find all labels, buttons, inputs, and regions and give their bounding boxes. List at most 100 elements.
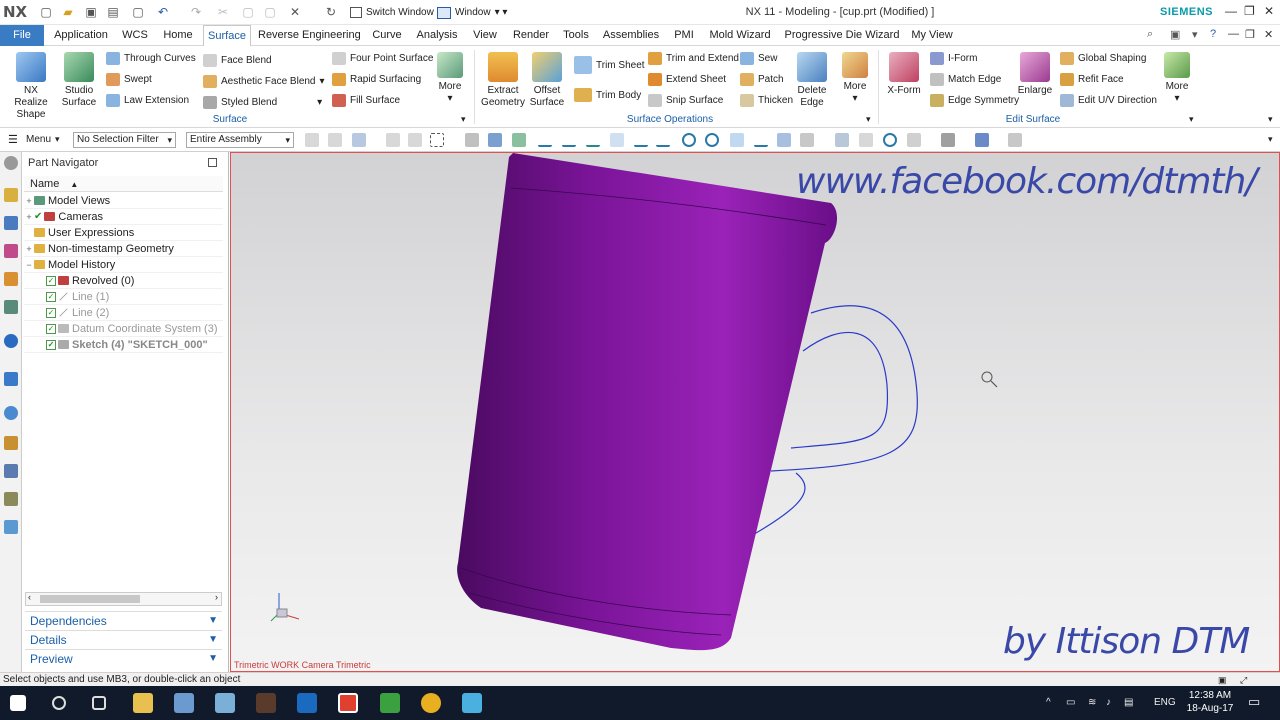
dependencies-panel[interactable]: Dependencies	[25, 611, 222, 630]
preview-panel[interactable]: Preview	[25, 649, 222, 668]
search-icon[interactable]	[52, 696, 66, 710]
toolbar-expand-icon[interactable]: ▾	[1268, 134, 1273, 145]
rapid-surfacing-button[interactable]: Rapid Surfacing	[332, 73, 421, 86]
tab-wcs[interactable]: WCS	[120, 25, 150, 46]
tree-node-cameras[interactable]: + ✔ Cameras	[24, 209, 223, 225]
tab-reverse-engineering[interactable]: Reverse Engineering	[258, 25, 361, 46]
extract-geometry-button[interactable]: Extract Geometry	[480, 52, 526, 109]
global-shaping-button[interactable]: Global Shaping	[1060, 52, 1146, 65]
open-folder-icon[interactable]: ▰	[60, 4, 76, 20]
tree-node-model-history[interactable]: − Model History	[24, 257, 223, 273]
notifications-icon[interactable]: ▭	[1248, 694, 1260, 710]
group-expand-icon[interactable]: ▾	[461, 114, 466, 125]
tree-node-line-2[interactable]: ✓ Line (2)	[24, 305, 223, 321]
rectangle-select-icon[interactable]	[430, 133, 444, 147]
window-menu-button[interactable]: Window ▾ ▾	[437, 4, 507, 21]
graphics-window[interactable]: www.facebook.com/dtmth/ by Ittison DTM T…	[230, 152, 1280, 672]
app-icon[interactable]	[174, 693, 194, 713]
options-icon[interactable]: ▾	[1192, 28, 1198, 41]
minimize-icon[interactable]: —	[1225, 4, 1237, 18]
tree-node-datum-csys[interactable]: ✓ Datum Coordinate System (3)	[24, 321, 223, 337]
tree-node-non-timestamp[interactable]: + Non-timestamp Geometry	[24, 241, 223, 257]
save-all-icon[interactable]: ▤	[105, 4, 121, 20]
tab-assemblies[interactable]: Assemblies	[601, 25, 661, 46]
nx-realize-shape-button[interactable]: NX Realize Shape	[6, 52, 56, 121]
select-edge-icon[interactable]	[408, 133, 422, 147]
group-expand-icon[interactable]: ▾	[866, 114, 871, 125]
chrome-icon[interactable]	[421, 693, 441, 713]
snap-point-icon[interactable]	[512, 133, 526, 147]
tab-progressive-die-wizard[interactable]: Progressive Die Wizard	[782, 25, 902, 46]
redo-icon[interactable]: ↷	[188, 4, 204, 20]
search-icon[interactable]: ⌕	[1147, 28, 1153, 41]
ribbon-expand-icon[interactable]: ▾	[1268, 114, 1273, 125]
windows-start-icon[interactable]	[10, 695, 26, 711]
details-panel[interactable]: Details	[25, 630, 222, 649]
file-explorer-icon[interactable]	[133, 693, 153, 713]
maximize-icon[interactable]	[208, 158, 217, 167]
through-curves-button[interactable]: Through Curves	[106, 52, 196, 65]
shaded-cube-icon[interactable]	[975, 133, 989, 147]
help-icon[interactable]: ?	[1210, 28, 1216, 40]
tab-pmi[interactable]: PMI	[670, 25, 698, 46]
match-edge-button[interactable]: Match Edge	[930, 73, 1001, 86]
app-icon-2[interactable]	[215, 693, 235, 713]
render-style-icon[interactable]	[941, 133, 955, 147]
cut-icon[interactable]: ▢	[130, 4, 146, 20]
constraint-navigator-icon[interactable]	[4, 216, 18, 230]
tree-node-sketch[interactable]: ✓ Sketch (4) "SKETCH_000"	[24, 337, 223, 353]
expand-icon[interactable]: +	[24, 212, 34, 222]
nx-app-icon[interactable]	[462, 693, 482, 713]
aesthetic-face-blend-button[interactable]: Aesthetic Face Blend ▾	[203, 75, 325, 88]
scrollbar-thumb[interactable]	[40, 595, 140, 603]
reuse-library-icon[interactable]	[4, 272, 18, 286]
input-icon[interactable]: ▤	[1124, 697, 1133, 708]
clock-icon[interactable]	[4, 406, 18, 420]
general-selection-icon[interactable]	[352, 133, 366, 147]
wave-icon[interactable]	[634, 133, 648, 147]
web-browser-icon[interactable]	[4, 334, 18, 348]
crosshair-icon[interactable]	[730, 133, 744, 147]
grid-icon[interactable]	[800, 133, 814, 147]
zoom-icon[interactable]	[859, 133, 873, 147]
law-extension-button[interactable]: Law Extension	[106, 94, 189, 107]
language-indicator[interactable]: ENG	[1154, 697, 1176, 708]
selection-scope-select[interactable]: Entire Assembly	[186, 132, 294, 148]
tab-curve[interactable]: Curve	[368, 25, 406, 46]
trim-and-extend-button[interactable]: Trim and Extend	[648, 52, 739, 65]
tab-my-view[interactable]: My View	[908, 25, 956, 46]
tab-view[interactable]: View	[469, 25, 501, 46]
delete-icon[interactable]: ✕	[287, 4, 303, 20]
column-header-name[interactable]: Name ▲	[24, 176, 223, 192]
tab-file[interactable]: File	[0, 25, 44, 46]
tree-node-line-1[interactable]: ✓ Line (1)	[24, 289, 223, 305]
rotate-icon[interactable]	[883, 133, 897, 147]
tray-chevron-icon[interactable]: ^	[1046, 697, 1051, 708]
copy-icon[interactable]: ▢	[240, 4, 256, 20]
volume-icon[interactable]: ♪	[1106, 697, 1111, 708]
diagonal-line-icon[interactable]	[562, 133, 576, 147]
edge-symmetry-button[interactable]: Edge Symmetry	[930, 94, 1019, 107]
camtasia-recorder-icon[interactable]	[380, 693, 400, 713]
circle-icon[interactable]	[705, 133, 719, 147]
surface-more-button[interactable]: More ▾	[433, 52, 467, 105]
save-icon[interactable]: ▣	[83, 4, 99, 20]
battery-icon[interactable]: ▭	[1066, 697, 1075, 708]
face-blend-button[interactable]: Face Blend	[203, 54, 272, 67]
fit-view-icon[interactable]	[835, 133, 849, 147]
cut-disabled-icon[interactable]: ✂	[215, 4, 231, 20]
process-studio-icon[interactable]	[4, 436, 18, 450]
assembly-navigator-icon[interactable]	[4, 188, 18, 202]
paste-icon[interactable]: ▢	[262, 4, 278, 20]
checkbox-icon[interactable]: ✓	[46, 275, 56, 286]
photo-app-icon[interactable]	[256, 693, 276, 713]
fill-surface-button[interactable]: Fill Surface	[332, 94, 400, 107]
camtasia-icon[interactable]	[338, 693, 358, 713]
tab-application[interactable]: Application	[49, 25, 113, 46]
delete-edge-button[interactable]: Delete Edge	[792, 52, 832, 109]
select-face-icon[interactable]	[386, 133, 400, 147]
scroll-right-icon[interactable]: ›	[215, 592, 218, 602]
snip-surface-button[interactable]: Snip Surface	[648, 94, 723, 107]
group-expand-icon[interactable]: ▾	[1189, 114, 1194, 125]
select-body-icon[interactable]	[328, 133, 342, 147]
